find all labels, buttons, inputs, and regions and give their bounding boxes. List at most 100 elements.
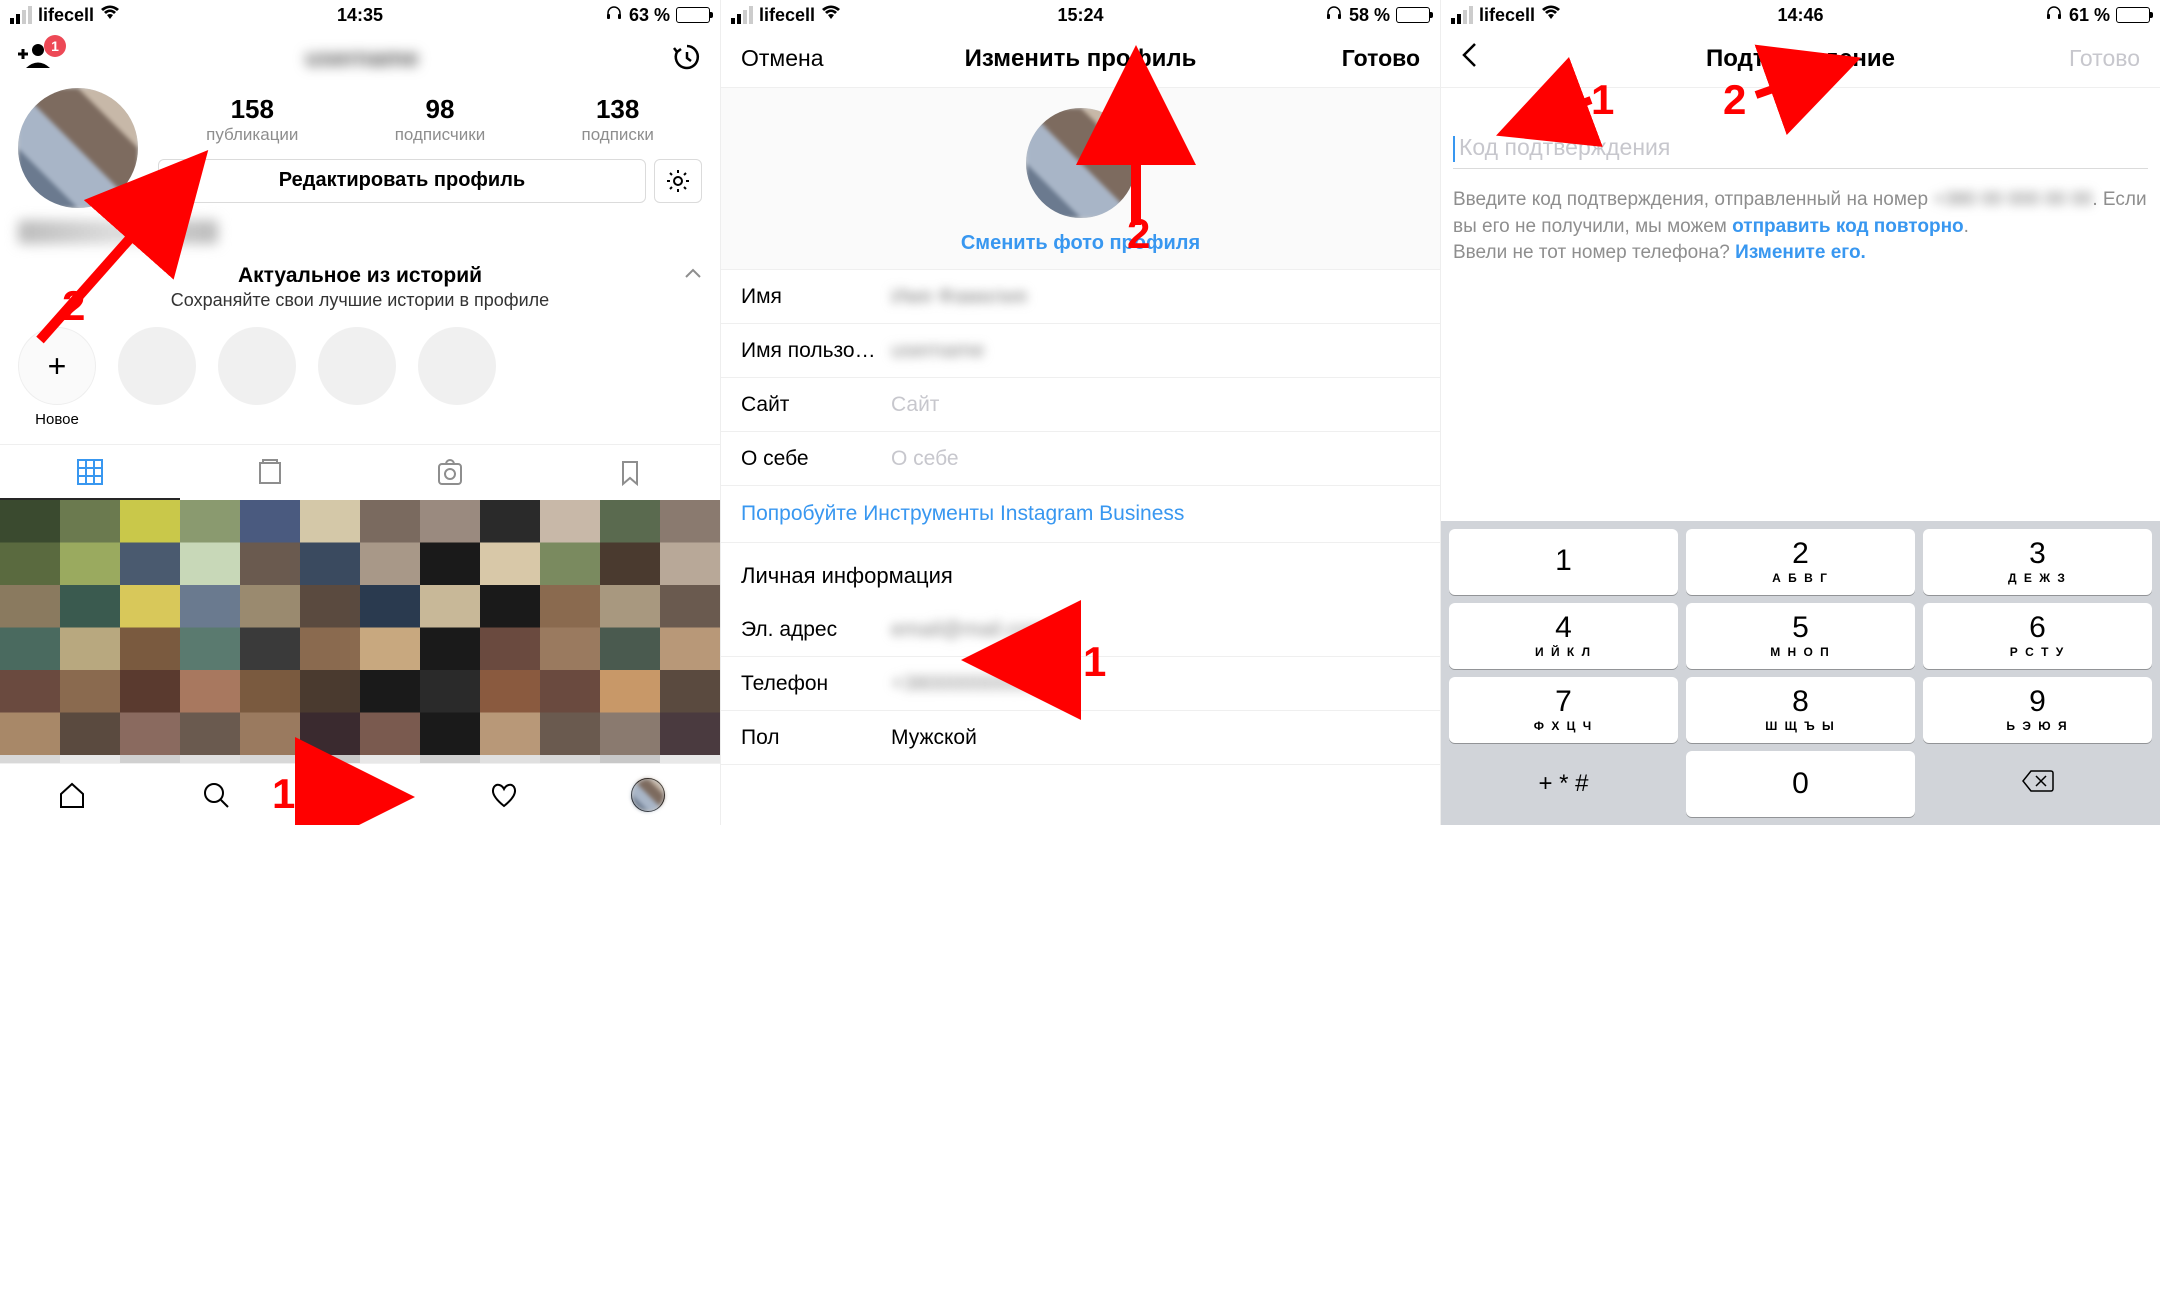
numeric-keypad: 1 2А Б В Г 3Д Е Ж З 4И Й К Л 5М Н О П 6Р…: [1441, 521, 2160, 825]
wifi-icon: [1541, 5, 1561, 26]
wifi-icon: [100, 5, 120, 26]
highlight-placeholder: [418, 327, 496, 428]
avatar[interactable]: [18, 88, 138, 208]
highlight-new[interactable]: + Новое: [18, 327, 96, 428]
tab-add[interactable]: [288, 764, 432, 825]
tab-saved[interactable]: [540, 445, 720, 500]
phone-edit-profile: lifecell 15:24 58 % Отмена Изменить проф…: [720, 0, 1440, 825]
tab-grid[interactable]: [0, 445, 180, 500]
change-photo-link[interactable]: Сменить фото профиля: [961, 232, 1200, 255]
key-symbols[interactable]: + * #: [1449, 751, 1678, 817]
signal-icon: [1451, 6, 1473, 24]
status-bar: lifecell 15:24 58 %: [721, 0, 1440, 30]
key-4[interactable]: 4И Й К Л: [1449, 603, 1678, 669]
key-7[interactable]: 7Ф Х Ц Ч: [1449, 677, 1678, 743]
tab-profile[interactable]: [576, 764, 720, 825]
field-bio[interactable]: О себе О себе: [721, 432, 1440, 486]
chevron-up-icon[interactable]: [684, 266, 702, 284]
carrier: lifecell: [38, 5, 94, 26]
headphones-icon: [605, 4, 623, 27]
status-bar: lifecell 14:35 63 %: [0, 0, 720, 30]
annotation-2: 2: [1723, 76, 1746, 124]
stat-posts[interactable]: 158публикации: [206, 94, 298, 145]
business-tools-link[interactable]: Попробуйте Инструменты Instagram Busines…: [721, 486, 1440, 543]
phone-confirmation: lifecell 14:46 61 % Подтверждение Готово…: [1440, 0, 2160, 825]
field-website[interactable]: Сайт Сайт: [721, 378, 1440, 432]
code-input[interactable]: Код подтверждения: [1453, 128, 2148, 169]
page-title: Подтверждение: [1706, 45, 1895, 73]
highlights-title: Актуальное из историй: [18, 264, 702, 288]
stat-following[interactable]: 138подписки: [582, 94, 654, 145]
name-value: Имя Фамилия: [891, 285, 1420, 309]
battery-pct: 61 %: [2069, 5, 2110, 26]
clock: 14:35: [337, 5, 383, 26]
highlight-placeholder: [218, 327, 296, 428]
key-8[interactable]: 8Ш Щ Ъ Ы: [1686, 677, 1915, 743]
back-button[interactable]: [1461, 42, 1477, 76]
key-1[interactable]: 1: [1449, 529, 1678, 595]
annotation-1: 1: [1083, 638, 1106, 686]
battery-icon: [2116, 7, 2150, 23]
field-name[interactable]: Имя Имя Фамилия: [721, 270, 1440, 324]
field-email[interactable]: Эл. адрес email@mail.com: [721, 603, 1440, 657]
key-9[interactable]: 9Ь Э Ю Я: [1923, 677, 2152, 743]
tab-feed[interactable]: [180, 445, 360, 500]
key-0[interactable]: 0: [1686, 751, 1915, 817]
badge: 1: [44, 35, 66, 57]
bio-text: [18, 220, 218, 244]
done-button[interactable]: Готово: [1342, 45, 1420, 72]
tab-tagged[interactable]: [360, 445, 540, 500]
battery-pct: 63 %: [629, 5, 670, 26]
field-gender[interactable]: Пол Мужской: [721, 711, 1440, 765]
username-title[interactable]: username: [305, 45, 418, 73]
highlights-section: Актуальное из историй Сохраняйте свои лу…: [0, 244, 720, 444]
key-6[interactable]: 6Р С Т У: [1923, 603, 2152, 669]
field-username[interactable]: Имя пользо… username: [721, 324, 1440, 378]
email-value: email@mail.com: [891, 618, 1420, 642]
resend-link[interactable]: отправить код повторно: [1732, 216, 1964, 237]
carrier: lifecell: [1479, 5, 1535, 26]
tab-activity[interactable]: [432, 764, 576, 825]
backspace-icon: [2021, 769, 2055, 800]
battery-icon: [1396, 7, 1430, 23]
annotation-1: 1: [272, 770, 295, 818]
status-bar: lifecell 14:46 61 %: [1441, 0, 2160, 30]
annotation-2: 2: [62, 282, 85, 330]
page-title: Изменить профиль: [965, 45, 1197, 73]
battery-icon: [676, 7, 710, 23]
discover-people-button[interactable]: 1: [18, 41, 52, 77]
archive-button[interactable]: [672, 42, 702, 77]
tab-home[interactable]: [0, 764, 144, 825]
key-3[interactable]: 3Д Е Ж З: [1923, 529, 2152, 595]
avatar[interactable]: [1026, 108, 1136, 218]
signal-icon: [10, 6, 32, 24]
headphones-icon: [2045, 4, 2063, 27]
clock: 14:46: [1777, 5, 1823, 26]
settings-button[interactable]: [654, 159, 702, 203]
gender-value: Мужской: [891, 726, 1420, 750]
confirm-nav: Подтверждение Готово: [1441, 30, 2160, 88]
carrier: lifecell: [759, 5, 815, 26]
username-value: username: [891, 339, 1420, 363]
profile-nav: 1 username: [0, 30, 720, 88]
stat-followers[interactable]: 98подписчики: [395, 94, 486, 145]
signal-icon: [731, 6, 753, 24]
change-phone-link[interactable]: Измените его.: [1735, 242, 1866, 263]
headphones-icon: [1325, 4, 1343, 27]
annotation-1: 1: [1591, 76, 1614, 124]
key-2[interactable]: 2А Б В Г: [1686, 529, 1915, 595]
section-header: Личная информация: [721, 543, 1440, 603]
edit-profile-button[interactable]: Редактировать профиль: [158, 159, 646, 203]
field-phone[interactable]: Телефон +380000000000: [721, 657, 1440, 711]
tab-search[interactable]: [144, 764, 288, 825]
bottom-tab-bar: [0, 763, 720, 825]
phone-value: +380000000000: [891, 672, 1420, 696]
bio-value: О себе: [891, 447, 1420, 471]
done-button[interactable]: Готово: [2069, 45, 2140, 72]
highlights-subtitle: Сохраняйте свои лучшие истории в профиле: [18, 290, 702, 311]
battery-pct: 58 %: [1349, 5, 1390, 26]
cancel-button[interactable]: Отмена: [741, 45, 824, 72]
profile-tabs: [0, 444, 720, 500]
key-5[interactable]: 5М Н О П: [1686, 603, 1915, 669]
key-backspace[interactable]: [1923, 751, 2152, 817]
